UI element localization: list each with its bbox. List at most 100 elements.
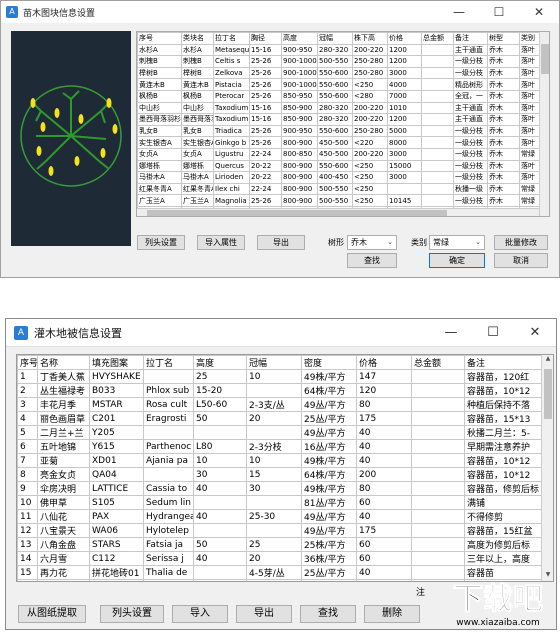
table-cell[interactable]: L80: [194, 440, 247, 454]
table-cell[interactable]: Y615: [90, 440, 144, 454]
table-cell[interactable]: 拼花地砖01: [90, 566, 144, 580]
table-cell[interactable]: 400: [357, 580, 412, 583]
shrub-table[interactable]: 序号名称填充图案拉丁名高度冠幅密度价格总金额备注 1丁香美人蕉HVYSHAKE2…: [16, 354, 554, 582]
table-cell[interactable]: 红果冬青A: [138, 183, 182, 195]
table-cell[interactable]: 伞房决明: [38, 482, 90, 496]
table-cell[interactable]: [412, 552, 465, 566]
ok-button[interactable]: 确定: [429, 253, 485, 268]
table-row[interactable]: 榉树B榉树BZelkova25-26900-1000550-600250-280…: [138, 67, 542, 79]
column-header[interactable]: 树型: [488, 33, 520, 45]
table-cell[interactable]: 乔木: [488, 79, 520, 91]
table-cell[interactable]: 乔木: [488, 114, 520, 126]
table-cell[interactable]: 10: [247, 454, 302, 468]
table-cell[interactable]: 22-24: [250, 148, 282, 160]
table-cell[interactable]: 500-550: [318, 183, 353, 195]
table-cell[interactable]: 亮金女贞: [38, 468, 90, 482]
table-cell[interactable]: 25-26: [250, 67, 282, 79]
table-cell[interactable]: 49丛/平方: [302, 524, 357, 538]
table-row[interactable]: 3丰花月季MSTARRosa cultL50-602-3支/丛49丛/平方80种…: [18, 398, 543, 412]
table-cell[interactable]: 25: [247, 580, 302, 583]
table-cell[interactable]: 20-22: [250, 160, 282, 172]
table-cell[interactable]: 乔木: [488, 137, 520, 149]
table-row[interactable]: 中山杉中山杉Taxodium15-16850-900280-320200-220…: [138, 102, 542, 114]
vertical-scrollbar[interactable]: [539, 32, 549, 216]
table-cell[interactable]: Ligustru: [214, 148, 250, 160]
table-cell[interactable]: Taxodium: [214, 102, 250, 114]
table-cell[interactable]: 3000: [388, 172, 422, 184]
table-cell[interactable]: 500-550: [318, 56, 353, 68]
table-cell[interactable]: [412, 454, 465, 468]
table-cell[interactable]: Sedum lin: [144, 496, 194, 510]
table-cell[interactable]: 容器苗，修剪后标: [465, 482, 543, 496]
table-cell[interactable]: [422, 67, 454, 79]
table-cell[interactable]: 80: [357, 482, 412, 496]
table-cell[interactable]: [422, 44, 454, 56]
table-cell[interactable]: 12: [18, 524, 38, 538]
table-cell[interactable]: 容器苗，10*12: [465, 384, 543, 398]
column-header[interactable]: 冠幅: [247, 356, 302, 370]
table-cell[interactable]: 丛生福禄考: [38, 384, 90, 398]
column-header[interactable]: 密度: [302, 356, 357, 370]
table-cell[interactable]: 精品树形: [454, 79, 488, 91]
table-cell[interactable]: 乔木: [488, 56, 520, 68]
export-button[interactable]: 导出: [257, 235, 305, 250]
table-cell[interactable]: 满铺: [465, 496, 543, 510]
table-cell[interactable]: 49株/平方: [302, 454, 357, 468]
table-row[interactable]: 黄连木B黄连木BPistacia25-26900-1000550-600<250…: [138, 79, 542, 91]
table-cell[interactable]: 200-220: [353, 148, 388, 160]
table-cell[interactable]: Eragrosti: [144, 412, 194, 426]
table-cell[interactable]: 一级分枝: [454, 137, 488, 149]
table-cell[interactable]: 450-500: [318, 137, 353, 149]
table-cell[interactable]: 7: [18, 454, 38, 468]
table-cell[interactable]: 40: [357, 426, 412, 440]
table-cell[interactable]: 25-30: [247, 510, 302, 524]
table-cell[interactable]: 亚菊: [38, 454, 90, 468]
column-header[interactable]: 总金额: [412, 356, 465, 370]
table-cell[interactable]: 4000: [388, 79, 422, 91]
table-cell[interactable]: [412, 510, 465, 524]
table-cell[interactable]: 850-900: [282, 114, 318, 126]
table-cell[interactable]: L50-60: [194, 398, 247, 412]
table-cell[interactable]: 马褂木A: [182, 172, 214, 184]
column-header[interactable]: 价格: [357, 356, 412, 370]
table-cell[interactable]: Ilex chi: [214, 183, 250, 195]
table-cell[interactable]: Zelkova: [214, 67, 250, 79]
maximize-icon[interactable]: ☐: [472, 325, 514, 340]
table-row[interactable]: 6五叶地锦Y615ParthenocL802-3分枝16丛/平方40早期需注意养…: [18, 440, 543, 454]
table-cell[interactable]: 乔木: [488, 102, 520, 114]
table-cell[interactable]: 八角金盘: [38, 538, 90, 552]
table-cell[interactable]: Hosta pla: [144, 580, 194, 583]
category-select[interactable]: 常绿⌄: [429, 235, 485, 250]
table-cell[interactable]: 枫杨B: [182, 90, 214, 102]
table-cell[interactable]: 200-220: [353, 102, 388, 114]
table-cell[interactable]: [412, 398, 465, 412]
table-cell[interactable]: 六月雪: [38, 552, 90, 566]
table-cell[interactable]: MSTAR: [90, 398, 144, 412]
table-cell[interactable]: [422, 172, 454, 184]
table-cell[interactable]: 乔木: [488, 90, 520, 102]
table-cell[interactable]: 200-220: [353, 44, 388, 56]
table-cell[interactable]: 25-26: [250, 137, 282, 149]
table-cell[interactable]: [247, 426, 302, 440]
table-cell[interactable]: 15: [247, 468, 302, 482]
table-cell[interactable]: 25: [247, 538, 302, 552]
table-cell[interactable]: 实生银杏A: [138, 137, 182, 149]
table-cell[interactable]: 2: [18, 384, 38, 398]
table-cell[interactable]: 一级分枝: [454, 56, 488, 68]
table-cell[interactable]: 200-220: [353, 114, 388, 126]
table-cell[interactable]: Rosa cult: [144, 398, 194, 412]
tree-type-select[interactable]: 乔木⌄: [347, 235, 397, 250]
table-cell[interactable]: [194, 496, 247, 510]
table-cell[interactable]: 墨西哥落羽杉: [138, 114, 182, 126]
table-cell[interactable]: 800-900: [282, 137, 318, 149]
table-cell[interactable]: 水杉A: [138, 44, 182, 56]
table-cell[interactable]: Magnolia: [214, 195, 250, 207]
table-cell[interactable]: [412, 440, 465, 454]
table-cell[interactable]: 三年以上，高度: [465, 552, 543, 566]
table-cell[interactable]: 25: [194, 370, 247, 384]
table-cell[interactable]: 一级分枝: [454, 125, 488, 137]
table-cell[interactable]: 10: [18, 496, 38, 510]
scroll-up-icon[interactable]: ▲: [542, 355, 554, 365]
table-cell[interactable]: 3: [18, 398, 38, 412]
table-cell[interactable]: 广玉兰A: [182, 195, 214, 207]
